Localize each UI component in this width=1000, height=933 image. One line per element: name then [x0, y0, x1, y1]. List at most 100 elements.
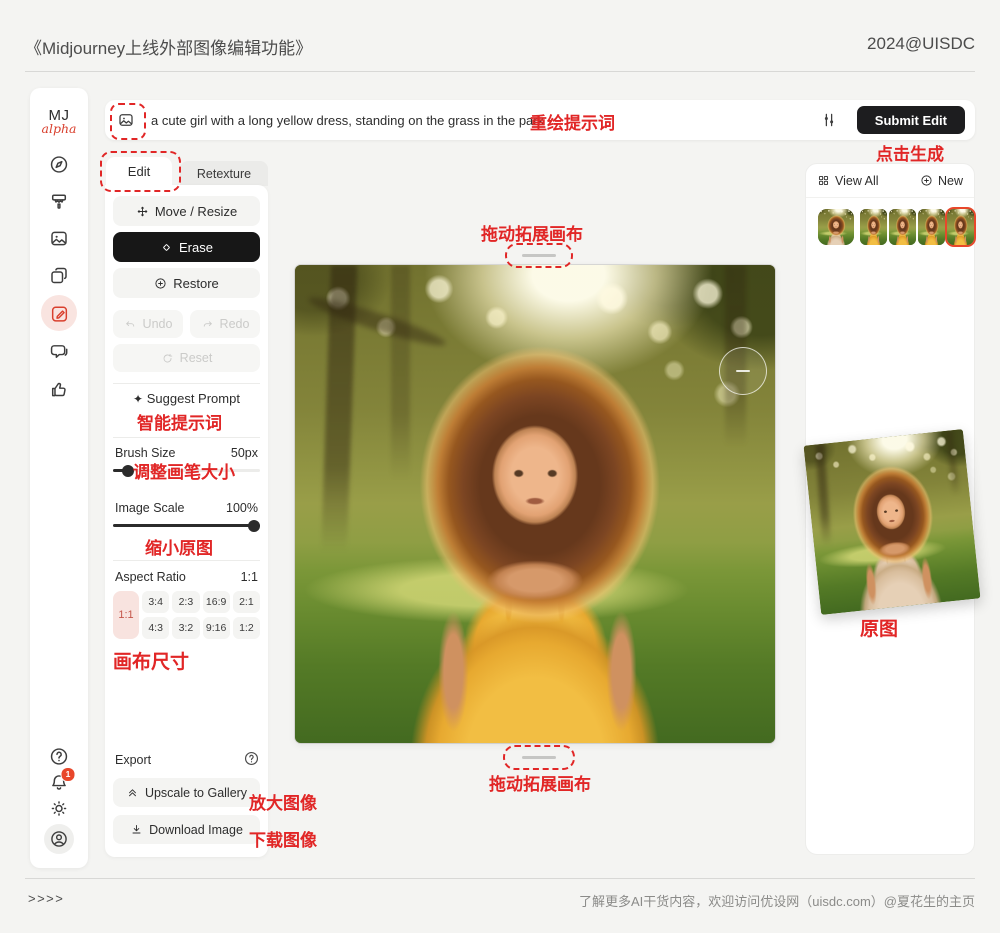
- annotation-suggest: 智能提示词: [137, 409, 222, 434]
- help-icon[interactable]: [49, 746, 70, 767]
- thumbnail-version[interactable]: [918, 209, 945, 245]
- tree-trunk: [391, 265, 410, 480]
- alpha-label: alpha: [30, 121, 88, 136]
- original-photo: [804, 429, 981, 615]
- gallery-image-icon[interactable]: [49, 228, 70, 249]
- canvas-extend-handle-top[interactable]: [505, 243, 573, 268]
- page: 《Midjourney上线外部图像编辑功能》 2024@UISDC MJ alp…: [0, 0, 1000, 933]
- panel-divider: [113, 560, 260, 561]
- header-divider: [25, 71, 975, 72]
- restore-label: Restore: [173, 276, 219, 291]
- export-help-icon[interactable]: [244, 751, 259, 766]
- tab-retexture[interactable]: Retexture: [180, 161, 268, 186]
- footer-marks: >>>>: [28, 891, 64, 906]
- erase-label: Erase: [179, 240, 213, 255]
- canvas-image-girl-in-park: [295, 265, 775, 743]
- ratio-cell[interactable]: 3:4: [142, 591, 169, 613]
- ratio-1-1-selected[interactable]: 1:1: [113, 591, 139, 639]
- prompt-input[interactable]: a cute girl with a long yellow dress, st…: [151, 113, 544, 128]
- sparkle-icon: ✦: [133, 392, 143, 406]
- suggest-prompt-label: Suggest Prompt: [147, 391, 240, 406]
- credit-label: 2024@UISDC: [867, 34, 975, 54]
- annotation-aspect: 画布尺寸: [113, 647, 189, 674]
- edit-tool-active[interactable]: [41, 295, 77, 331]
- undo-label: Undo: [143, 317, 173, 331]
- drag-handle-pill[interactable]: [522, 254, 556, 257]
- chat-icon[interactable]: [49, 341, 70, 362]
- view-all-label: View All: [835, 174, 879, 188]
- explore-compass-icon[interactable]: [49, 154, 70, 175]
- download-image-button[interactable]: Download Image: [113, 815, 260, 844]
- tree-trunk: [816, 444, 832, 547]
- undo-button[interactable]: Undo: [113, 310, 183, 338]
- ratio-cell[interactable]: 16:9: [203, 591, 230, 613]
- annotation-drag-bottom: 拖动拓展画布: [489, 770, 591, 795]
- tree-branch: [306, 291, 448, 351]
- annotation-submit: 点击生成: [876, 140, 944, 165]
- upscale-to-gallery-button[interactable]: Upscale to Gallery: [113, 778, 260, 807]
- image-scale-label: Image Scale: [115, 501, 184, 515]
- ratio-cell[interactable]: 9:16: [203, 617, 230, 639]
- reset-label: Reset: [180, 351, 213, 365]
- ratio-cell[interactable]: 2:3: [172, 591, 199, 613]
- move-resize-label: Move / Resize: [155, 204, 237, 219]
- ratio-cell[interactable]: 2:1: [233, 591, 260, 613]
- tree-trunk: [946, 430, 960, 495]
- ratio-cell[interactable]: 4:3: [142, 617, 169, 639]
- thumbs-up-icon[interactable]: [49, 379, 70, 400]
- history-panel-header: View All New: [806, 164, 974, 198]
- create-brush-icon[interactable]: [49, 191, 70, 212]
- drag-handle-pill[interactable]: [522, 756, 556, 759]
- annotation-upscale: 放大图像: [249, 789, 317, 814]
- edit-tab-annotation-box: [100, 151, 181, 192]
- settings-sliders-icon[interactable]: [820, 111, 838, 129]
- canvas-extend-handle-bottom[interactable]: [503, 745, 575, 770]
- redo-label: Redo: [220, 317, 250, 331]
- thumbnail-version[interactable]: [889, 209, 916, 245]
- submit-edit-button[interactable]: Submit Edit: [857, 106, 965, 134]
- panel-divider: [113, 383, 260, 384]
- aspect-ratio-label: Aspect Ratio: [115, 570, 186, 584]
- edit-canvas[interactable]: [295, 265, 775, 743]
- panel-divider: [113, 437, 260, 438]
- export-label: Export: [115, 753, 151, 767]
- aspect-ratio-current: 1:1: [241, 570, 258, 584]
- notification-badge: 1: [61, 767, 76, 782]
- sidebar: MJ alpha 1: [30, 88, 88, 868]
- theme-sun-icon[interactable]: [49, 798, 70, 819]
- reset-button[interactable]: Reset: [113, 344, 260, 372]
- image-scale-slider[interactable]: [113, 524, 260, 527]
- new-label: New: [938, 174, 963, 188]
- annotation-original: 原图: [860, 614, 898, 641]
- footer-divider: [25, 878, 975, 879]
- download-label: Download Image: [149, 823, 243, 837]
- brush-cursor-circle[interactable]: [719, 347, 767, 395]
- scale-slider-thumb[interactable]: [248, 520, 260, 532]
- new-button[interactable]: New: [920, 174, 963, 188]
- suggest-prompt-button[interactable]: ✦ Suggest Prompt: [105, 391, 268, 406]
- annotation-brush: 调整画笔大小: [133, 458, 235, 483]
- ratio-cell[interactable]: 1:2: [233, 617, 260, 639]
- move-resize-button[interactable]: Move / Resize: [113, 196, 260, 226]
- version-thumbnails: [818, 209, 974, 245]
- organize-collections-icon[interactable]: [49, 265, 70, 286]
- profile-avatar-icon[interactable]: [44, 824, 74, 854]
- tool-panel: Move / Resize Erase Restore Undo Redo Re…: [105, 185, 268, 857]
- prompt-bar: a cute girl with a long yellow dress, st…: [105, 100, 975, 140]
- view-all-button[interactable]: View All: [817, 174, 879, 188]
- thumbnail-version-selected[interactable]: [947, 209, 974, 245]
- page-title: 《Midjourney上线外部图像编辑功能》: [25, 34, 312, 59]
- notifications-bell-icon[interactable]: 1: [49, 772, 70, 793]
- restore-button[interactable]: Restore: [113, 268, 260, 298]
- erase-button[interactable]: Erase: [113, 232, 260, 262]
- ratio-cell[interactable]: 3:2: [172, 617, 199, 639]
- thumbnail-version[interactable]: [860, 209, 887, 245]
- annotation-drag-top: 拖动拓展画布: [481, 220, 583, 245]
- annotation-download: 下载图像: [249, 826, 317, 851]
- upscale-label: Upscale to Gallery: [145, 786, 247, 800]
- aspect-ratio-grid: 1:1 3:4 2:3 16:9 2:1 4:3 3:2 9:16 1:2: [113, 591, 260, 639]
- thumbnail-original[interactable]: [818, 209, 854, 245]
- redo-button[interactable]: Redo: [190, 310, 260, 338]
- annotation-scale: 缩小原图: [145, 534, 213, 559]
- footer-credit: 了解更多AI干货内容，欢迎访问优设网（uisdc.com）@夏花生的主页: [579, 891, 975, 910]
